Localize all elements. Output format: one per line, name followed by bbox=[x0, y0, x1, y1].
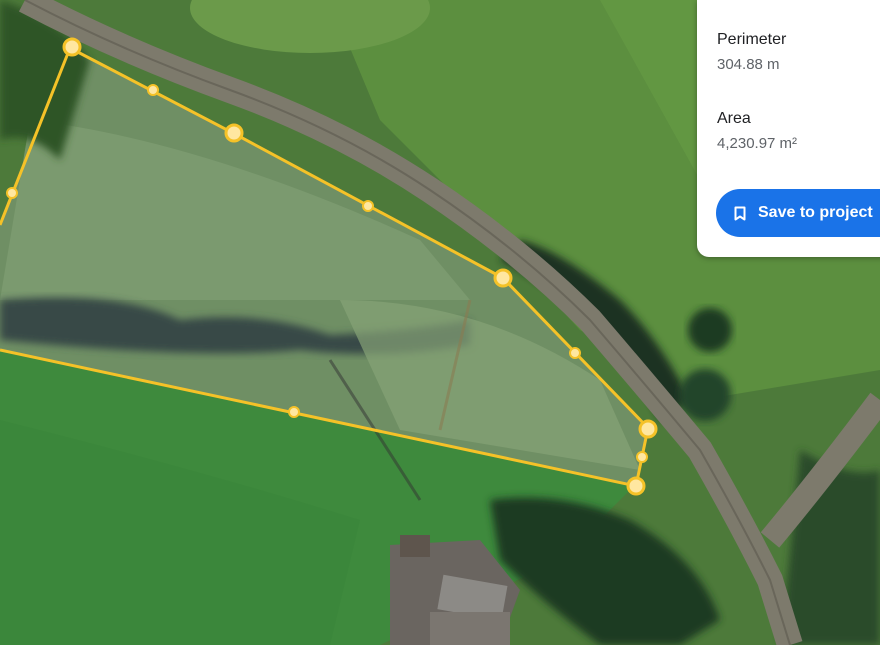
area-value: 4,230.97 m² bbox=[717, 135, 798, 152]
vertex-handle[interactable] bbox=[62, 37, 82, 57]
midpoint-handle[interactable] bbox=[362, 200, 374, 212]
perimeter-value: 304.88 m bbox=[717, 56, 780, 73]
midpoint-handle[interactable] bbox=[288, 406, 300, 418]
vertex-handle[interactable] bbox=[224, 123, 244, 143]
midpoint-handle[interactable] bbox=[636, 451, 648, 463]
area-label: Area bbox=[717, 110, 751, 127]
vertex-handle[interactable] bbox=[626, 476, 646, 496]
bookmark-icon bbox=[734, 206, 746, 220]
perimeter-label: Perimeter bbox=[717, 31, 787, 48]
midpoint-handle[interactable] bbox=[569, 347, 581, 359]
measurement-panel: Perimeter 304.88 m Area 4,230.97 m² Save… bbox=[697, 0, 880, 257]
save-button-label: Save to project bbox=[758, 204, 873, 221]
midpoint-handle[interactable] bbox=[147, 84, 159, 96]
vertex-handle[interactable] bbox=[638, 419, 658, 439]
vertex-handle[interactable] bbox=[493, 268, 513, 288]
save-to-project-button[interactable]: Save to project bbox=[716, 189, 880, 237]
midpoint-handle[interactable] bbox=[6, 187, 18, 199]
